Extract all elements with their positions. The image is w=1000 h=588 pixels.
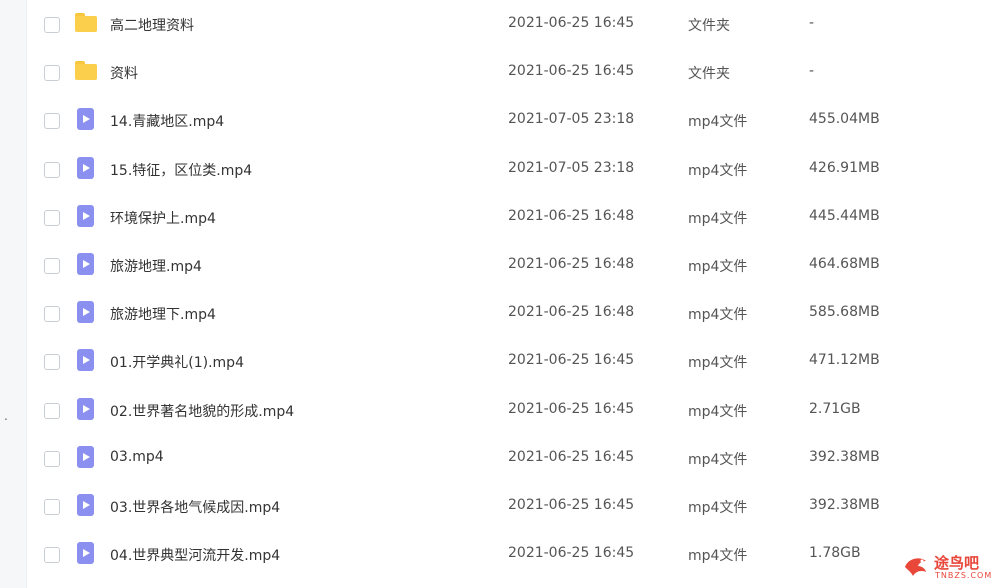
file-type: mp4文件	[688, 548, 748, 565]
file-date: 2021-06-25 16:45	[508, 400, 635, 417]
file-type: mp4文件	[688, 403, 748, 420]
file-date: 2021-06-25 16:45	[508, 352, 635, 369]
row-checkbox[interactable]	[44, 402, 60, 419]
video-file-icon	[75, 493, 97, 516]
file-type: 文件夹	[688, 18, 730, 34]
file-row[interactable]: 15.特征，区位类.mp4 2021-07-05 23:18 mp4文件 426.91…	[26, 145, 1000, 193]
file-row[interactable]: 01.开学典礼(1).mp4 2021-06-25 16:45 mp4文件 471.1…	[26, 337, 1000, 385]
file-size: 471.12MB	[809, 352, 880, 369]
video-file-icon	[75, 349, 97, 372]
file-name[interactable]: 03.mp4	[110, 449, 164, 465]
file-type: mp4文件	[688, 258, 748, 275]
file-row[interactable]: 资料 2021-06-25 16:45 文件夹 -	[26, 48, 1000, 96]
row-checkbox[interactable]	[44, 65, 60, 82]
file-date: 2021-06-25 16:48	[508, 207, 635, 224]
row-checkbox[interactable]	[44, 209, 60, 226]
row-checkbox[interactable]	[44, 113, 60, 130]
file-row[interactable]: 02.世界著名地貌的形成.mp4 2021-06-25 16:45 mp4文件 2.7…	[26, 386, 1000, 434]
file-type: mp4文件	[688, 162, 748, 179]
file-row[interactable]: 旅游地理.mp4 2021-06-25 16:48 mp4文件 464.68MB	[26, 241, 1000, 289]
file-size: 445.44MB	[809, 207, 880, 224]
file-row[interactable]: 03.mp4 2021-06-25 16:45 mp4文件 392.38MB	[26, 434, 1000, 482]
video-file-icon	[75, 204, 97, 227]
file-date: 2021-06-25 16:48	[508, 255, 635, 272]
file-name[interactable]: 旅游地理下.mp4	[110, 304, 216, 324]
file-row[interactable]: 03.世界各地气候成因.mp4 2021-06-25 16:45 mp4文件 392.…	[26, 482, 1000, 530]
file-type: mp4文件	[688, 210, 748, 227]
file-name[interactable]: 15.特征，区位类.mp4	[110, 160, 252, 180]
file-type: mp4文件	[688, 307, 748, 324]
row-checkbox[interactable]	[44, 17, 60, 33]
row-checkbox[interactable]	[44, 306, 60, 323]
video-file-icon	[75, 542, 97, 565]
sidebar-marker: .	[4, 409, 8, 423]
row-checkbox[interactable]	[44, 498, 60, 515]
row-checkbox[interactable]	[44, 547, 60, 564]
file-size: 2.71GB	[809, 400, 861, 417]
folder-icon	[75, 61, 97, 81]
file-type: mp4文件	[688, 355, 748, 372]
video-file-icon	[75, 108, 97, 131]
file-type: 文件夹	[688, 66, 730, 83]
file-row[interactable]: 旅游地理下.mp4 2021-06-25 16:48 mp4文件 585.68MB	[26, 289, 1000, 337]
file-date: 2021-07-05 23:18	[508, 159, 635, 176]
file-size: 392.38MB	[809, 448, 880, 465]
row-checkbox[interactable]	[44, 257, 60, 274]
row-checkbox[interactable]	[44, 161, 60, 178]
file-name[interactable]: 03.世界各地气候成因.mp4	[110, 497, 280, 517]
file-date: 2021-06-25 16:45	[508, 496, 635, 513]
folder-icon	[75, 13, 97, 33]
file-name[interactable]: 14.青藏地区.mp4	[110, 111, 224, 131]
file-size: -	[809, 15, 815, 31]
file-size: 1.78GB	[809, 545, 861, 562]
file-date: 2021-06-25 16:45	[508, 63, 635, 80]
watermark-text: 途鸟吧	[934, 554, 980, 572]
video-file-icon	[75, 301, 97, 324]
video-file-icon	[75, 397, 97, 420]
file-name[interactable]: 环境保护上.mp4	[110, 208, 216, 228]
file-size: 392.38MB	[809, 496, 880, 513]
row-checkbox[interactable]	[44, 354, 60, 371]
file-size: 585.68MB	[809, 304, 880, 321]
file-row[interactable]: 环境保护上.mp4 2021-06-25 16:48 mp4文件 445.44MB	[26, 193, 1000, 241]
file-date: 2021-06-25 16:45	[508, 448, 635, 465]
file-row[interactable]: 04.世界典型河流开发.mp4 2021-06-25 16:45 mp4文件 1.78…	[26, 530, 1000, 578]
site-watermark: 途鸟吧 TNBZS.COM	[902, 550, 992, 584]
file-date: 2021-07-05 23:18	[508, 111, 635, 128]
file-type: mp4文件	[688, 499, 748, 516]
file-name[interactable]: 高二地理资料	[110, 15, 194, 35]
video-file-icon	[75, 156, 97, 179]
file-date: 2021-06-25 16:45	[508, 545, 635, 562]
file-size: 455.04MB	[809, 111, 880, 128]
video-file-icon	[75, 445, 97, 468]
file-row[interactable]: 高二地理资料 2021-06-25 16:45 文件夹 -	[26, 0, 1000, 48]
video-file-icon	[75, 252, 97, 275]
file-name[interactable]: 04.世界典型河流开发.mp4	[110, 545, 280, 565]
file-name[interactable]: 02.世界著名地貌的形成.mp4	[110, 401, 294, 421]
bird-logo-icon	[905, 558, 926, 576]
file-type: mp4文件	[688, 114, 748, 131]
file-name[interactable]: 旅游地理.mp4	[110, 256, 202, 276]
watermark-subtext: TNBZS.COM	[935, 571, 993, 580]
file-row[interactable]: 14.青藏地区.mp4 2021-07-05 23:18 mp4文件 455.04MB	[26, 96, 1000, 144]
row-checkbox[interactable]	[44, 450, 60, 467]
file-list: 高二地理资料 2021-06-25 16:45 文件夹 - 资料 2021-06-25 …	[26, 0, 1000, 578]
file-type: mp4文件	[688, 451, 748, 468]
file-date: 2021-06-25 16:48	[508, 304, 635, 321]
file-size: 426.91MB	[809, 159, 880, 176]
file-date: 2021-06-25 16:45	[508, 15, 635, 31]
file-name[interactable]: 资料	[110, 63, 138, 83]
file-size: 464.68MB	[809, 255, 880, 272]
left-sidebar-strip: .	[0, 0, 27, 588]
file-size: -	[809, 63, 815, 80]
file-name[interactable]: 01.开学典礼(1).mp4	[110, 352, 244, 372]
